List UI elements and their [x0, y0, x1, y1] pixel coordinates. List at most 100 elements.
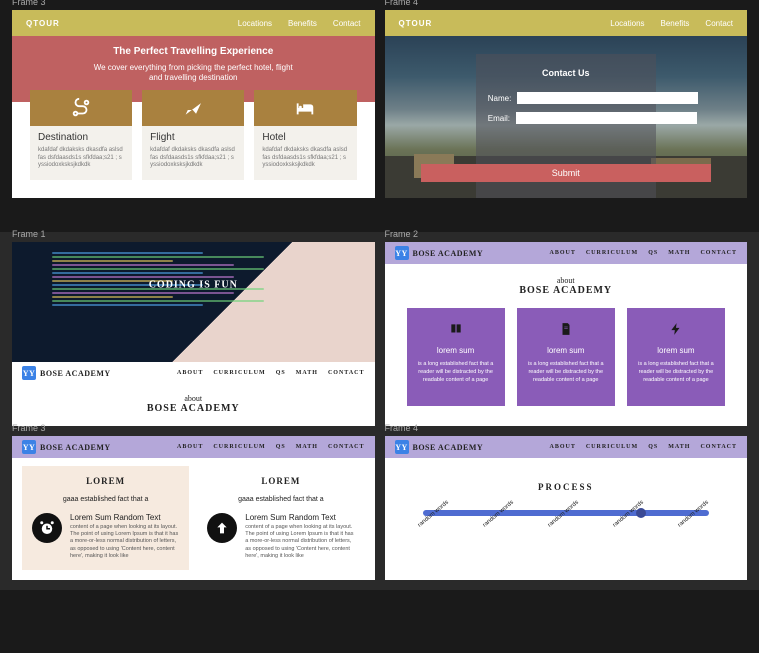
bose-navbar: yy BOSE ACADEMY about curriculum qs math… — [12, 362, 375, 384]
nav-curriculum[interactable]: curriculum — [213, 370, 265, 376]
email-input[interactable] — [516, 112, 697, 124]
bose-panel: Frame 1 CODING IS FUN yy BOSE ACADEMY ab… — [0, 232, 759, 590]
about-block: about BOSE ACADEMY — [385, 264, 748, 308]
nav-math[interactable]: math — [296, 370, 318, 376]
card-body: kdafdaf dkdaksks dkasdfa aslsdfas dsfdaa… — [38, 147, 124, 170]
bose-nav-links: about curriculum qs math contact — [550, 250, 738, 256]
card-sub: gaaa established fact that a — [207, 496, 354, 503]
bose-navbar: yy BOSE ACADEMY about curriculum qs math… — [385, 242, 748, 264]
nav-qs[interactable]: qs — [648, 444, 658, 450]
process-title: PROCESS — [413, 482, 720, 492]
name-input[interactable] — [517, 92, 698, 104]
pcard-2[interactable]: lorem sum is a long established fact tha… — [517, 308, 615, 406]
qtour-logo[interactable]: QTOUR — [26, 19, 60, 28]
card-text: Lorem Sum Random Text content of a page … — [70, 513, 179, 560]
about-small: about — [385, 276, 748, 285]
card-text: Lorem Sum Random Text content of a page … — [245, 513, 354, 560]
about-big: BOSE ACADEMY — [12, 403, 375, 414]
contact-title: Contact Us — [488, 68, 644, 78]
qtour-navbar: QTOUR Locations Benefits Contact — [12, 10, 375, 36]
nav-benefits[interactable]: Benefits — [661, 19, 690, 28]
bolt-icon — [669, 322, 683, 336]
nav-benefits[interactable]: Benefits — [288, 19, 317, 28]
item-title: Lorem Sum Random Text — [70, 513, 179, 522]
hero-text: CODING IS FUN — [149, 280, 238, 291]
bose-nav-links: about curriculum qs math contact — [177, 444, 365, 450]
card-sub: gaaa established fact that a — [32, 496, 179, 503]
bose-logo[interactable]: yy BOSE ACADEMY — [22, 440, 111, 454]
card-title: lorem sum — [657, 346, 694, 355]
code-hero: CODING IS FUN — [12, 242, 375, 362]
nav-about[interactable]: about — [550, 250, 576, 256]
route-icon — [30, 90, 132, 126]
nav-math[interactable]: math — [668, 250, 690, 256]
nav-contact[interactable]: contact — [700, 250, 737, 256]
card-destination[interactable]: Destination kdafdaf dkdaksks dkasdfa asl… — [30, 90, 132, 180]
nav-curriculum[interactable]: curriculum — [213, 444, 265, 450]
nav-qs[interactable]: qs — [276, 444, 286, 450]
qtour-frame-4: Frame 4 QTOUR Locations Benefits Contact… — [385, 10, 748, 198]
bose-nav-links: about curriculum qs math contact — [177, 370, 365, 376]
bose-frame-3: Frame 3 yy BOSE ACADEMY about curriculum… — [12, 436, 375, 580]
pcard-3[interactable]: lorem sum is a long established fact tha… — [627, 308, 725, 406]
nav-about[interactable]: about — [177, 444, 203, 450]
pcard-1[interactable]: lorem sum is a long established fact tha… — [407, 308, 505, 406]
nav-math[interactable]: math — [296, 444, 318, 450]
clock-icon — [32, 513, 62, 543]
bose-logo[interactable]: yy BOSE ACADEMY — [395, 440, 484, 454]
card-hotel[interactable]: Hotel kdafdaf dkdaksks dkasdfa aslsdfas … — [254, 90, 356, 180]
bose-navbar: yy BOSE ACADEMY about curriculum qs math… — [385, 436, 748, 458]
card-heading: LOREM — [32, 476, 179, 486]
nav-about[interactable]: about — [550, 444, 576, 450]
nav-curriculum[interactable]: curriculum — [586, 250, 638, 256]
nav-locations[interactable]: Locations — [610, 19, 644, 28]
bose-logo[interactable]: yy BOSE ACADEMY — [395, 246, 484, 260]
submit-button[interactable]: Submit — [421, 164, 711, 182]
nav-about[interactable]: about — [177, 370, 203, 376]
hero-subtitle: We cover everything from picking the per… — [93, 63, 293, 84]
qtour-logo[interactable]: QTOUR — [399, 19, 433, 28]
hero-image: Contact Us Name: Email: Submit — [385, 36, 748, 198]
card-body: kdafdaf dkdaksks dkasdfa aslsdfas dsfdaa… — [262, 147, 348, 170]
logo-icon: yy — [22, 440, 36, 454]
logo-icon: yy — [395, 440, 409, 454]
nav-contact[interactable]: contact — [328, 444, 365, 450]
frame-label: Frame 3 — [12, 423, 46, 433]
frame-label: Frame 2 — [385, 229, 419, 239]
arrow-up-icon — [207, 513, 237, 543]
about-block: about BOSE ACADEMY — [12, 384, 375, 426]
nav-curriculum[interactable]: curriculum — [586, 444, 638, 450]
card-body: is a long established fact that a reader… — [525, 361, 607, 384]
nav-contact[interactable]: contact — [328, 370, 365, 376]
nav-locations[interactable]: Locations — [238, 19, 272, 28]
lorem-card-1: LOREM gaaa established fact that a Lorem… — [22, 466, 189, 570]
qtour-frame-3: Frame 3 QTOUR Locations Benefits Contact… — [12, 10, 375, 198]
nav-qs[interactable]: qs — [648, 250, 658, 256]
item-title: Lorem Sum Random Text — [245, 513, 354, 522]
document-icon — [559, 322, 573, 336]
nav-qs[interactable]: qs — [276, 370, 286, 376]
bose-frame-2: Frame 2 yy BOSE ACADEMY about curriculum… — [385, 242, 748, 426]
frame-label: Frame 1 — [12, 229, 46, 239]
nav-contact[interactable]: Contact — [333, 19, 361, 28]
qtour-panel: Frame 3 QTOUR Locations Benefits Contact… — [0, 0, 759, 210]
item-body: content of a page when looking at its la… — [70, 524, 179, 560]
card-title: Hotel — [262, 132, 348, 143]
frame-label: Frame 4 — [385, 423, 419, 433]
nav-contact[interactable]: contact — [700, 444, 737, 450]
item-body: content of a page when looking at its la… — [245, 524, 354, 560]
bose-logo[interactable]: yy BOSE ACADEMY — [22, 366, 111, 380]
nav-math[interactable]: math — [668, 444, 690, 450]
bose-navbar: yy BOSE ACADEMY about curriculum qs math… — [12, 436, 375, 458]
card-body: is a long established fact that a reader… — [415, 361, 497, 384]
card-heading: LOREM — [207, 476, 354, 486]
lorem-cards: LOREM gaaa established fact that a Lorem… — [12, 458, 375, 580]
card-title: lorem sum — [547, 346, 584, 355]
logo-text: BOSE ACADEMY — [413, 249, 484, 258]
card-title: Destination — [38, 132, 124, 143]
card-flight[interactable]: Flight kdafdaf dkdaksks dkasdfa aslsdfas… — [142, 90, 244, 180]
card-title: lorem sum — [437, 346, 474, 355]
nav-contact[interactable]: Contact — [705, 19, 733, 28]
feature-cards: Destination kdafdaf dkdaksks dkasdfa asl… — [12, 102, 375, 198]
qtour-navbar: QTOUR Locations Benefits Contact — [385, 10, 748, 36]
